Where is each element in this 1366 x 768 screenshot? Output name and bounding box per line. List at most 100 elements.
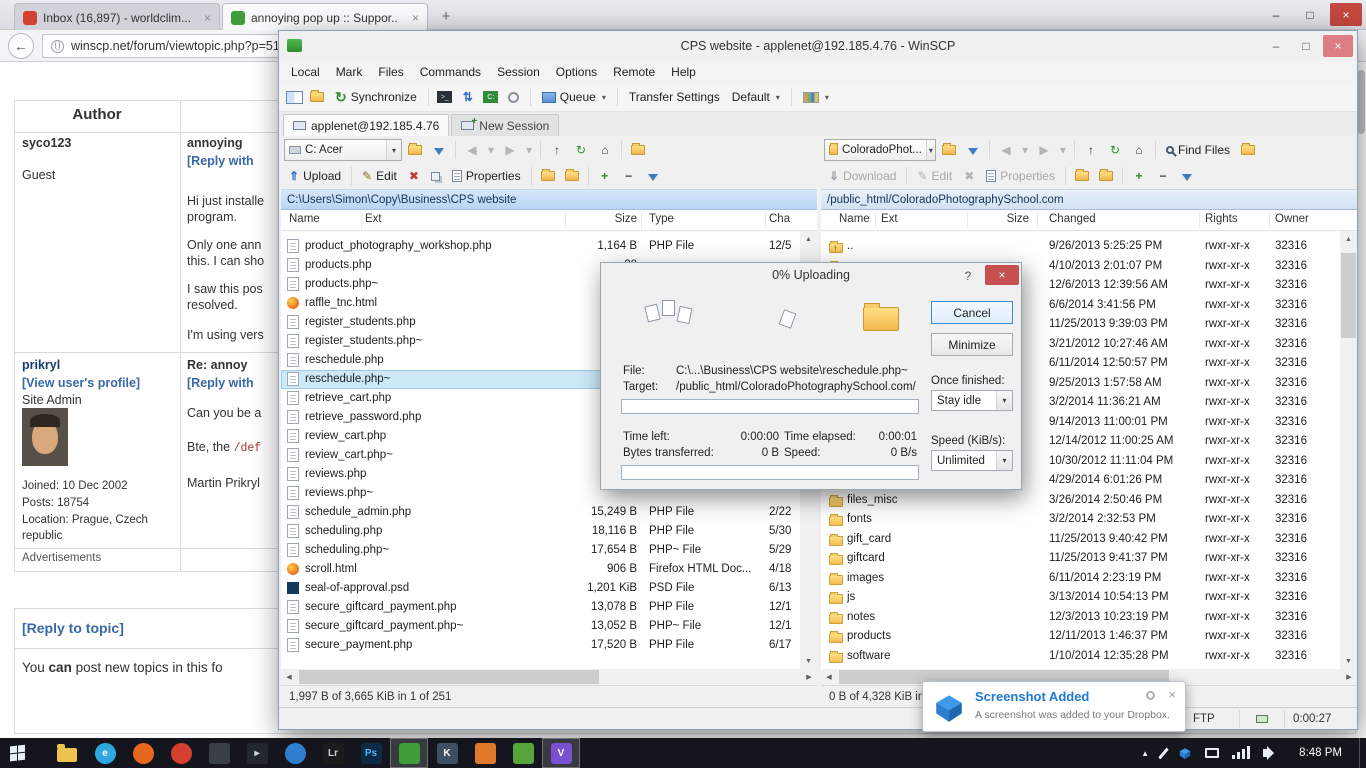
new-tab-button[interactable]: + [434,7,458,27]
column-separator[interactable] [1199,212,1200,228]
post-author[interactable]: syco123 [22,136,71,150]
back-button[interactable]: ← [8,33,34,59]
delete-button[interactable]: ✖ [404,165,424,188]
page-scrollbar-thumb[interactable] [1357,70,1365,134]
forward-icon[interactable]: ▶ [499,139,521,161]
forward-icon[interactable]: ▶ [1033,139,1055,161]
pen-input-icon[interactable] [1158,747,1169,759]
view-profile-link[interactable]: [View user's profile] [22,376,140,390]
column-header-type[interactable]: Type [649,213,674,225]
synchronize-button[interactable]: ↻Synchronize [330,86,422,109]
column-header-name[interactable]: Name [839,213,870,225]
bookmarks-icon[interactable] [404,139,426,161]
panel-layout-icon[interactable] [284,87,304,107]
winscp-close-button[interactable]: × [1323,35,1353,57]
file-explorer-icon[interactable] [48,738,86,768]
column-header-ext[interactable]: Ext [365,213,382,225]
scheduling.php~[interactable]: scheduling.php~ 17,654 B PHP~ File 5/29 [281,541,800,560]
scroll-up-arrow[interactable]: ▲ [800,231,817,247]
session-color-dropdown[interactable]: ▾ [798,86,834,109]
new-folder-icon[interactable] [537,165,559,187]
column-separator[interactable] [565,212,566,228]
dropdown-caret-icon[interactable]: ▾ [926,140,935,160]
cancel-button[interactable]: Cancel [931,301,1013,324]
find-files-button[interactable]: Find Files [1161,139,1235,162]
purple-app-icon[interactable]: V [542,738,580,768]
secure_giftcard_payment.php~[interactable]: secure_giftcard_payment.php~ 13,052 B PH… [281,617,800,636]
column-header-changed[interactable]: Cha [769,213,790,225]
filter-icon[interactable] [428,139,450,161]
back-history-caret[interactable]: ▾ [485,139,497,161]
column-header-size[interactable]: Size [569,213,637,225]
giftcard[interactable]: giftcard 11/25/2013 9:41:37 PM rwxr-xr-x… [821,549,1340,569]
post-subject[interactable]: Re: annoy [187,358,247,372]
session-tab-active[interactable]: applenet@192.185.4.76 [283,114,449,136]
dropbox-tray-icon[interactable] [1178,746,1192,760]
drive-selector[interactable]: C: Acer▾ [284,139,402,161]
menu-item[interactable]: Commands [412,65,489,79]
menu-item[interactable]: Options [548,65,605,79]
back-icon[interactable]: ◀ [995,139,1017,161]
home-directory-icon[interactable]: ⌂ [594,139,616,161]
column-separator[interactable] [1037,212,1038,228]
winscp-taskbar-icon[interactable] [390,738,428,768]
refresh-icon[interactable]: ↻ [1104,139,1126,161]
column-separator[interactable] [967,212,968,228]
browser-tab-forum[interactable]: annoying pop up :: Suppor... × [222,3,428,31]
..[interactable]: .. 9/26/2013 5:25:25 PM rwxr-xr-x 32316 [821,237,1340,257]
lightroom-icon[interactable]: Lr [314,738,352,768]
display-tray-icon[interactable] [1205,748,1219,758]
once-finished-select[interactable]: Stay idle▾ [931,390,1013,411]
column-separator[interactable] [875,212,876,228]
media-app-icon[interactable]: ▸ [238,738,276,768]
reply-to-topic-link[interactable]: [Reply to topic] [22,620,124,636]
scroll-up-arrow[interactable]: ▲ [1340,231,1357,247]
preferences-gear-icon[interactable] [504,87,524,107]
remote-path-bar[interactable]: /public_html/ColoradoPhotographySchool.c… [821,189,1357,210]
notification-settings-icon[interactable] [1146,691,1155,700]
winscp-minimize-button[interactable]: – [1261,35,1291,57]
terminal-icon[interactable]: C: [481,87,501,107]
seal-of-approval.psd[interactable]: seal-of-approval.psd 1,201 KiB PSD File … [281,579,800,598]
scroll-left-arrow[interactable]: ◀ [281,669,297,685]
show-hidden-icons-chevron[interactable]: ▲ [1141,749,1149,758]
column-header-size[interactable]: Size [971,213,1029,225]
orange-app-icon[interactable] [466,738,504,768]
select-add-icon[interactable]: + [1128,165,1150,187]
start-button[interactable] [10,744,35,764]
tab-close-icon[interactable]: × [412,11,419,25]
winscp-maximize-button[interactable]: □ [1291,35,1321,57]
clock[interactable]: 8:48 PM [1299,738,1342,768]
reply-with-quote-link[interactable]: [Reply with [187,154,254,168]
menu-item[interactable]: Help [663,65,704,79]
column-header-ext[interactable]: Ext [881,213,898,225]
select-add-icon[interactable]: + [594,165,616,187]
select-remove-icon[interactable]: − [1152,165,1174,187]
k-app-icon[interactable]: K [428,738,466,768]
internet-explorer-icon[interactable]: e [86,738,124,768]
dialog-close-button[interactable]: × [985,265,1019,285]
menu-item[interactable]: Remote [605,65,663,79]
new-file-icon[interactable] [561,165,583,187]
products[interactable]: products 12/11/2013 1:46:37 PM rwxr-xr-x… [821,627,1340,647]
volume-icon[interactable] [1263,749,1268,757]
remote-vertical-scrollbar[interactable]: ▲ ▼ [1340,231,1357,669]
scroll-right-arrow[interactable]: ▶ [801,669,817,685]
secure_giftcard_payment.php[interactable]: secure_giftcard_payment.php 13,078 B PHP… [281,598,800,617]
firefox-icon[interactable] [124,738,162,768]
parent-directory-icon[interactable]: ↑ [546,139,568,161]
show-desktop-button[interactable] [1359,738,1366,768]
queue-button[interactable]: Queue▾ [537,86,611,109]
js[interactable]: js 3/13/2014 10:54:13 PM rwxr-xr-x 32316 [821,588,1340,608]
parent-directory-icon[interactable]: ↑ [1080,139,1102,161]
column-header-name[interactable]: Name [289,213,320,225]
dropbox-notification[interactable]: Screenshot Added A screenshot was added … [922,681,1186,732]
dropdown-caret-icon[interactable]: ▾ [386,140,401,160]
home-directory-icon[interactable]: ⌂ [1128,139,1150,161]
console-icon[interactable]: >_ [435,87,455,107]
local-horizontal-scrollbar[interactable]: ◀ ▶ [281,669,817,685]
scheduling.php[interactable]: scheduling.php 18,116 B PHP File 5/30 [281,522,800,541]
minimize-button[interactable]: Minimize [931,333,1013,356]
tab-close-icon[interactable]: × [204,11,211,25]
refresh-icon[interactable]: ↻ [570,139,592,161]
